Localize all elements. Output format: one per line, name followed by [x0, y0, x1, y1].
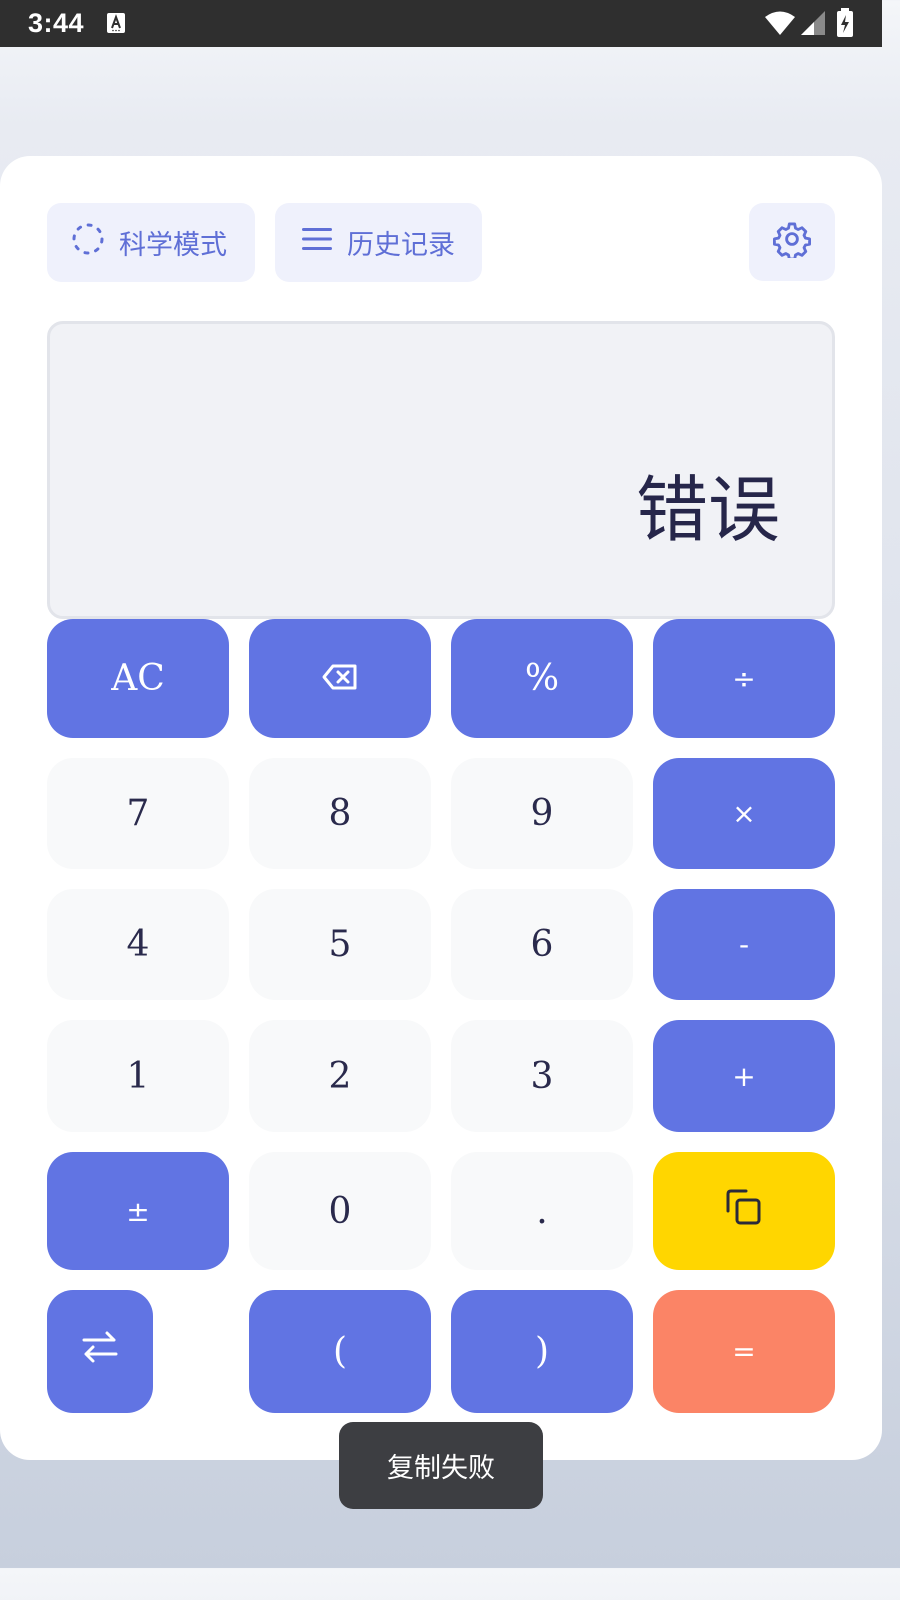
display-value: 错误 [635, 468, 780, 552]
backspace-button[interactable] [249, 619, 431, 738]
digit-6-button[interactable]: 6 [451, 889, 633, 1000]
digit-3-button[interactable]: 3 [451, 1020, 633, 1132]
settings-button[interactable] [749, 203, 835, 281]
digit-9-button[interactable]: 9 [451, 758, 633, 869]
copy-button[interactable] [653, 1152, 835, 1270]
plus-button[interactable]: + [653, 1020, 835, 1132]
history-button[interactable]: 历史记录 [275, 203, 482, 282]
minus-button[interactable]: - [653, 889, 835, 1000]
digit-5-button[interactable]: 5 [249, 889, 431, 1000]
swap-mode-button[interactable] [47, 1290, 153, 1413]
digit-4-button[interactable]: 4 [47, 889, 229, 1000]
digit-1-button[interactable]: 1 [47, 1020, 229, 1132]
backspace-icon [322, 658, 358, 699]
dashed-circle-icon [71, 222, 105, 263]
percent-button[interactable]: % [451, 619, 633, 738]
scientific-mode-label: 科学模式 [119, 230, 227, 261]
equals-button[interactable]: = [653, 1290, 835, 1413]
divide-button[interactable]: ÷ [653, 619, 835, 738]
digit-0-button[interactable]: 0 [249, 1152, 431, 1270]
status-time: 3:44 [28, 8, 85, 38]
wifi-icon [764, 10, 796, 40]
swap-arrows-icon [81, 1330, 119, 1373]
menu-icon [301, 226, 333, 259]
toast-message: 复制失败 [339, 1422, 543, 1509]
digit-2-button[interactable]: 2 [249, 1020, 431, 1132]
clear-all-button[interactable]: AC [47, 619, 229, 738]
close-paren-button[interactable]: ) [451, 1290, 633, 1413]
gear-icon [773, 220, 811, 265]
a-notification-icon [106, 12, 126, 38]
plus-minus-button[interactable]: ± [47, 1152, 229, 1270]
multiply-button[interactable]: × [653, 758, 835, 869]
digit-7-button[interactable]: 7 [47, 758, 229, 869]
decimal-button[interactable]: . [451, 1152, 633, 1270]
history-label: 历史记录 [347, 230, 455, 261]
battery-charging-icon [836, 8, 854, 42]
signal-icon [800, 10, 826, 40]
status-bar: 3:44 [0, 0, 882, 47]
digit-8-button[interactable]: 8 [249, 758, 431, 869]
copy-icon [724, 1187, 764, 1236]
open-paren-button[interactable]: ( [249, 1290, 431, 1413]
calculator-display: 错误 [47, 321, 835, 619]
scientific-mode-button[interactable]: 科学模式 [47, 203, 255, 282]
